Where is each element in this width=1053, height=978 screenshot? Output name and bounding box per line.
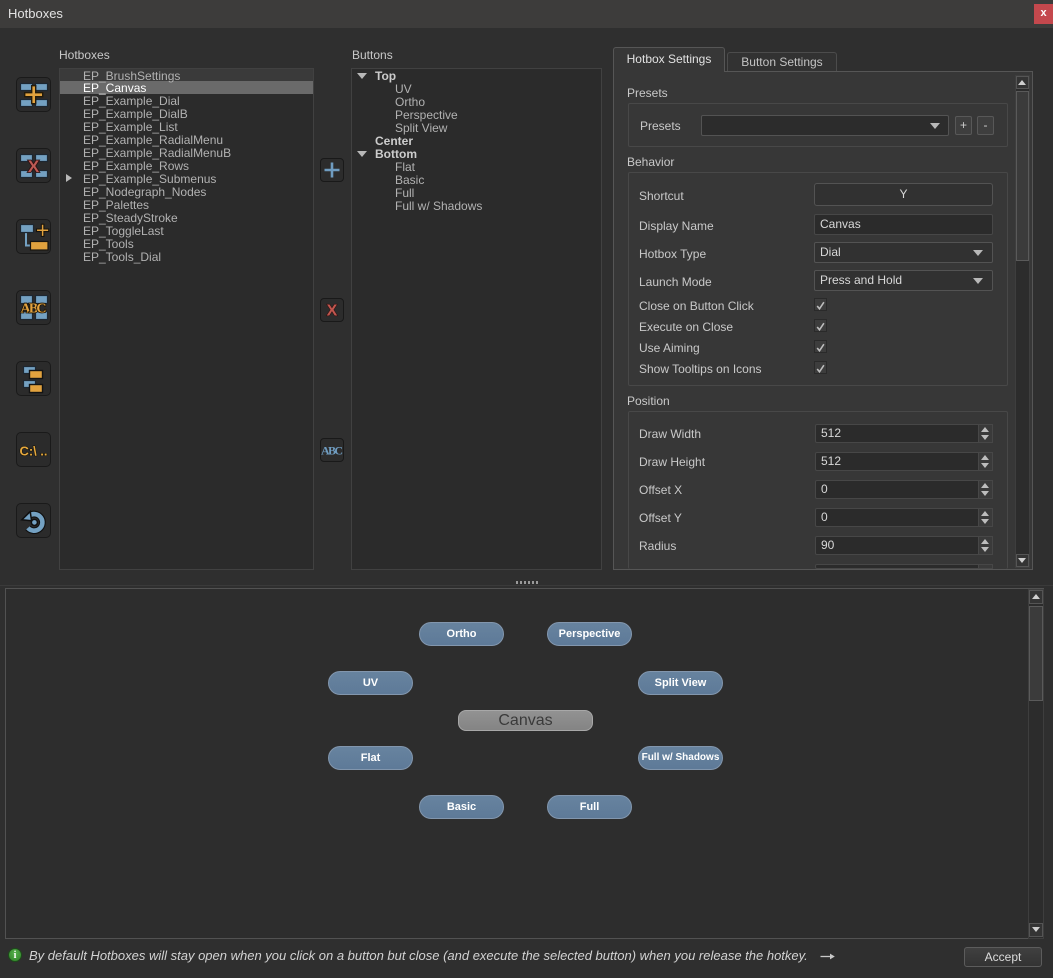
svg-text:C:\ ..: C:\ .. <box>20 444 48 459</box>
svg-text:ABC: ABC <box>21 302 47 317</box>
svg-text:X: X <box>327 303 338 320</box>
svg-text:ABC: ABC <box>321 444 343 458</box>
svg-text:X: X <box>28 157 40 176</box>
